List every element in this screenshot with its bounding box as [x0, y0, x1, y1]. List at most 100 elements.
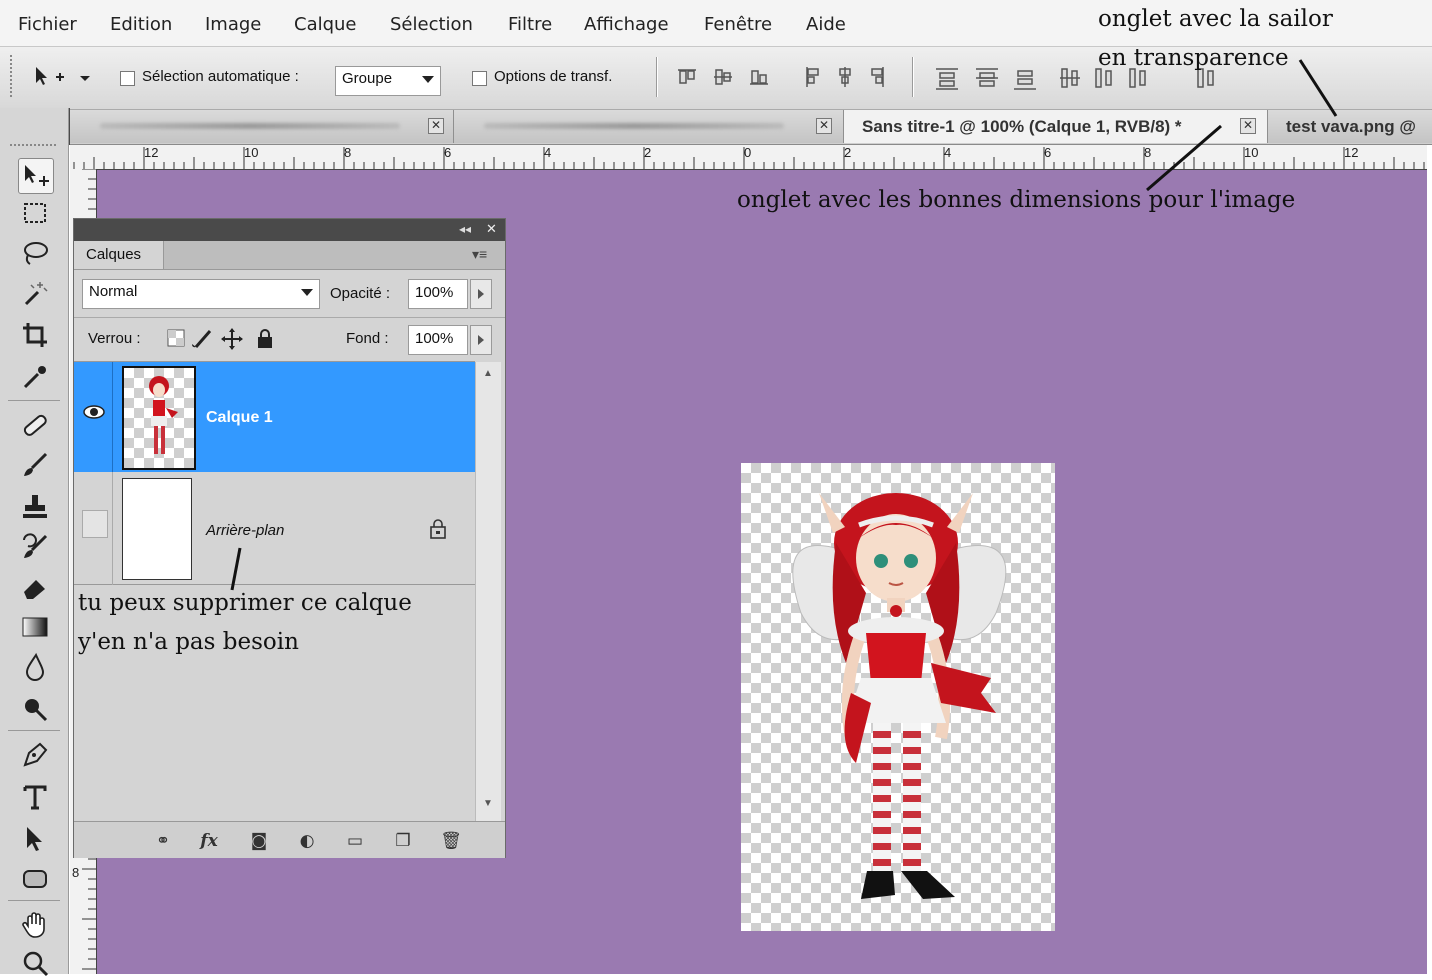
lock-transparency-icon	[167, 329, 185, 347]
gradient-tool[interactable]	[18, 610, 52, 644]
menu-fenetre[interactable]: Fenêtre	[704, 14, 772, 35]
lock-position-icon	[221, 328, 243, 350]
layer-name[interactable]: Arrière-plan	[206, 522, 284, 539]
annotation-sailor-tab-2: en transparence	[1098, 45, 1289, 71]
tab-label: test vava.png @	[1286, 117, 1416, 136]
path-selection-tool[interactable]	[18, 822, 52, 856]
history-brush-icon	[23, 533, 48, 558]
crop-tool[interactable]	[18, 318, 52, 352]
layer-thumbnail	[122, 366, 196, 470]
new-layer-icon[interactable]: ❐	[392, 830, 414, 852]
marquee-tool[interactable]	[18, 196, 52, 230]
tab-calques[interactable]: Calques	[74, 241, 164, 269]
transform-options-checkbox[interactable]	[472, 71, 487, 86]
close-icon[interactable]: ✕	[486, 221, 497, 237]
grip-handle[interactable]	[10, 55, 12, 99]
layer-row-calque-1[interactable]: Calque 1	[74, 362, 475, 472]
lock-label: Verrou :	[88, 330, 141, 347]
menu-selection[interactable]: Sélection	[390, 14, 473, 35]
fill-label: Fond :	[346, 330, 389, 347]
type-tool[interactable]	[18, 780, 52, 814]
scroll-down-icon[interactable]: ▼	[483, 798, 493, 809]
document-tab-bar: ✕ ✕ Sans titre-1 @ 100% (Calque 1, RVB/8…	[70, 110, 1432, 145]
collapse-icon[interactable]: ◂◂	[459, 222, 471, 236]
history-brush-tool[interactable]	[18, 530, 52, 564]
auto-select-label: Sélection automatique :	[142, 68, 299, 85]
trash-icon[interactable]: 🗑	[440, 830, 462, 852]
tab-sans-titre-1[interactable]: Sans titre-1 @ 100% (Calque 1, RVB/8) * …	[844, 110, 1268, 143]
menu-filtre[interactable]: Filtre	[508, 14, 552, 35]
auto-select-dropdown[interactable]: Groupe	[335, 66, 441, 96]
menu-calque[interactable]: Calque	[294, 14, 357, 35]
tab-test-vava[interactable]: test vava.png @	[1268, 110, 1432, 143]
divider	[74, 317, 505, 318]
menu-edition[interactable]: Edition	[110, 14, 172, 35]
pen-tool[interactable]	[18, 738, 52, 772]
close-icon[interactable]: ✕	[816, 118, 832, 134]
visibility-toggle[interactable]	[82, 402, 112, 432]
ruler-number: 12	[144, 145, 159, 160]
panel-menu-icon[interactable]: ▾≡	[472, 246, 487, 263]
close-icon[interactable]: ✕	[428, 118, 444, 134]
lasso-icon	[24, 242, 48, 265]
lock-all-icon	[258, 329, 272, 348]
rounded-rect-icon	[23, 870, 47, 888]
fx-icon[interactable]: fx	[198, 830, 220, 852]
stamp-tool[interactable]	[18, 490, 52, 524]
annotation-delete-layer-2: y'en n'a pas besoin	[78, 629, 299, 655]
panel-header[interactable]: ◂◂ ✕	[74, 219, 505, 241]
healing-brush-tool[interactable]	[18, 408, 52, 442]
menu-aide[interactable]: Aide	[806, 14, 846, 35]
layer-mask-icon[interactable]: ◙	[248, 830, 270, 852]
eraser-icon	[24, 580, 45, 599]
move-tool-preset-icon[interactable]	[32, 63, 92, 91]
lock-icon	[430, 519, 446, 539]
adjustment-layer-icon[interactable]: ◐	[296, 830, 318, 852]
drop-icon	[25, 652, 45, 681]
layer-name[interactable]: Calque 1	[206, 409, 273, 427]
link-layers-icon[interactable]: ⚭	[152, 830, 174, 852]
separator	[656, 57, 657, 97]
type-icon	[23, 785, 47, 810]
close-icon[interactable]: ✕	[1240, 118, 1256, 134]
menu-affichage[interactable]: Affichage	[584, 14, 669, 35]
eyedropper-tool[interactable]	[18, 360, 52, 394]
align-icons-group[interactable]	[676, 65, 896, 91]
layers-panel[interactable]: ◂◂ ✕ Calques ▾≡ Normal Opacité : 100% Ve…	[73, 218, 506, 858]
menu-fichier[interactable]: Fichier	[18, 14, 77, 35]
ruler-number: 8	[72, 865, 80, 880]
ruler-number: 8	[1144, 145, 1152, 160]
ruler-number: 0	[744, 145, 752, 160]
blend-mode-dropdown[interactable]: Normal	[82, 279, 320, 309]
magic-wand-tool[interactable]	[18, 276, 52, 310]
layers-scrollbar[interactable]: ▲ ▼	[475, 362, 501, 822]
pen-icon	[23, 742, 48, 767]
zoom-tool[interactable]	[18, 946, 52, 980]
magic-wand-icon	[24, 282, 48, 306]
opacity-label: Opacité :	[330, 285, 391, 302]
move-tool[interactable]	[18, 158, 54, 194]
tab-label: Sans titre-1 @ 100% (Calque 1, RVB/8) *	[862, 117, 1182, 136]
ruler-number: 10	[244, 145, 259, 160]
dodge-tool[interactable]	[18, 692, 52, 726]
eraser-tool[interactable]	[18, 570, 52, 604]
fill-slider-button[interactable]	[470, 325, 492, 355]
tab-blurred-2[interactable]: ✕	[454, 110, 844, 143]
tab-blurred-1[interactable]: ✕	[70, 110, 454, 143]
menu-image[interactable]: Image	[205, 14, 261, 35]
hand-tool[interactable]	[18, 908, 52, 942]
shape-tool[interactable]	[18, 862, 52, 896]
document-image[interactable]	[741, 463, 1055, 931]
ruler-number: 4	[944, 145, 952, 160]
layer-row-arriere-plan[interactable]: Arrière-plan	[74, 472, 475, 585]
brush-tool[interactable]	[18, 448, 52, 482]
opacity-slider-button[interactable]	[470, 279, 492, 309]
lasso-tool[interactable]	[18, 236, 52, 270]
blur-tool[interactable]	[18, 650, 52, 684]
scroll-up-icon[interactable]: ▲	[483, 368, 493, 379]
opacity-input[interactable]: 100%	[408, 279, 468, 309]
new-group-icon[interactable]: ▭	[344, 830, 366, 852]
fill-input[interactable]: 100%	[408, 325, 468, 355]
visibility-toggle[interactable]	[82, 510, 108, 538]
auto-select-checkbox[interactable]	[120, 71, 135, 86]
